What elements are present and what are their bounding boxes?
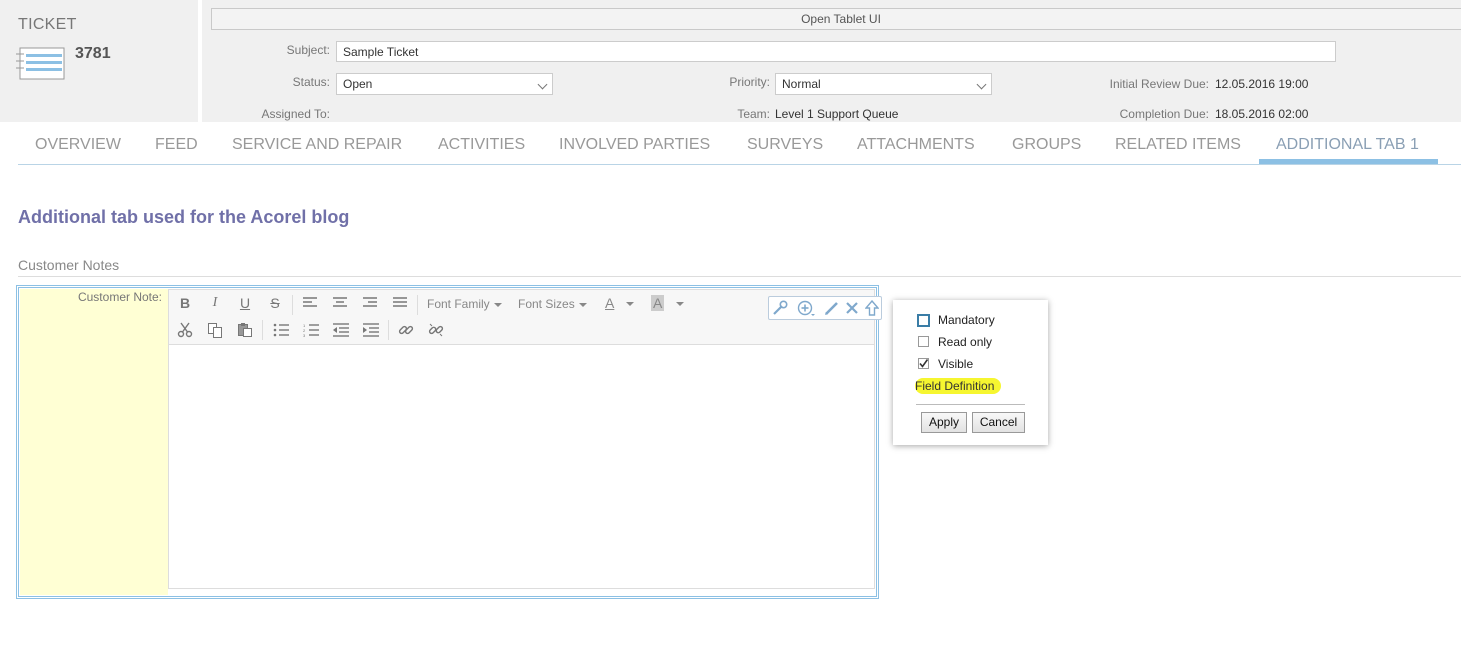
- numbered-list-icon[interactable]: 123: [301, 323, 321, 340]
- delete-x-icon[interactable]: [845, 300, 859, 320]
- subject-label: Subject:: [286, 43, 330, 57]
- priority-value: Normal: [782, 77, 821, 91]
- toolbar-separator: [292, 295, 293, 315]
- popup-divider: [916, 404, 1025, 405]
- section-header-customer-notes: Customer Notes: [18, 257, 120, 273]
- priority-select[interactable]: Normal: [775, 73, 992, 95]
- font-color-button[interactable]: A: [605, 295, 635, 311]
- tab-attachments[interactable]: ATTACHMENTS: [857, 136, 975, 154]
- active-tab-indicator: [1259, 159, 1438, 164]
- tab-additional-tab-1[interactable]: ADDITIONAL TAB 1: [1276, 136, 1419, 154]
- completion-due-label: Completion Due:: [1119, 107, 1209, 121]
- align-center-icon[interactable]: [330, 296, 350, 312]
- ticket-number: 3781: [75, 45, 111, 62]
- section-divider: [18, 276, 1461, 277]
- assigned-to-label: Assigned To:: [261, 107, 331, 121]
- initial-review-value: 12.05.2016 19:00: [1215, 77, 1309, 91]
- visible-label: Visible: [938, 357, 974, 371]
- tab-service-and-repair[interactable]: SERVICE AND REPAIR: [232, 136, 402, 154]
- font-sizes-dropdown[interactable]: Font Sizes: [518, 297, 587, 311]
- paste-icon[interactable]: [235, 322, 255, 341]
- strikethrough-icon[interactable]: S: [265, 295, 285, 311]
- chevron-down-icon: [537, 79, 548, 90]
- highlight-color-button[interactable]: A: [651, 295, 685, 311]
- open-tablet-ui-button[interactable]: Open Tablet UI: [211, 8, 1461, 30]
- tab-surveys[interactable]: SURVEYS: [747, 136, 823, 154]
- tab-related-items[interactable]: RELATED ITEMS: [1115, 136, 1241, 154]
- tab-involved-parties[interactable]: INVOLVED PARTIES: [559, 136, 710, 154]
- priority-label: Priority:: [729, 75, 770, 89]
- customer-note-label: Customer Note:: [77, 290, 162, 304]
- align-left-icon[interactable]: [300, 296, 320, 312]
- cut-icon[interactable]: [175, 322, 195, 341]
- page-title: Additional tab used for the Acorel blog: [18, 207, 350, 227]
- wrench-icon[interactable]: [772, 300, 788, 320]
- ticket-icon: [16, 44, 66, 82]
- indent-icon[interactable]: [361, 323, 381, 340]
- font-family-label: Font Family: [427, 297, 490, 311]
- align-justify-icon[interactable]: [390, 296, 410, 312]
- apply-button[interactable]: Apply: [921, 412, 967, 433]
- arrow-up-icon[interactable]: [864, 299, 880, 320]
- tab-overview[interactable]: OVERVIEW: [35, 136, 121, 154]
- highlight-color-icon: A: [651, 295, 665, 311]
- read-only-checkbox[interactable]: [918, 336, 929, 347]
- font-color-icon: A: [605, 295, 615, 311]
- ticket-label: TICKET: [18, 16, 77, 33]
- completion-due-value: 18.05.2016 02:00: [1215, 107, 1309, 121]
- link-icon[interactable]: [396, 322, 416, 341]
- align-right-icon[interactable]: [360, 296, 380, 312]
- chevron-down-icon: [976, 79, 987, 90]
- field-definition-link[interactable]: Field Definition: [915, 378, 1001, 394]
- pencil-icon[interactable]: [824, 300, 840, 320]
- subject-input[interactable]: Sample Ticket: [336, 41, 1336, 62]
- caret-down-icon: [676, 302, 685, 307]
- tab-activities[interactable]: ACTIVITIES: [438, 136, 525, 154]
- caret-down-icon: [493, 302, 502, 307]
- status-select[interactable]: Open: [336, 73, 553, 95]
- caret-down-icon: [578, 302, 587, 307]
- mandatory-label: Mandatory: [938, 313, 995, 327]
- cancel-button[interactable]: Cancel: [972, 412, 1025, 433]
- tab-feed[interactable]: FEED: [155, 136, 198, 154]
- copy-icon[interactable]: [205, 322, 225, 341]
- outdent-icon[interactable]: [331, 323, 351, 340]
- toolbar-separator: [262, 320, 263, 340]
- field-label-column: [20, 289, 168, 595]
- visible-checkbox[interactable]: [918, 358, 929, 369]
- status-value: Open: [343, 77, 373, 91]
- bold-icon[interactable]: B: [175, 295, 195, 311]
- checkmark-icon: [919, 359, 929, 368]
- add-circle-icon[interactable]: [797, 300, 815, 320]
- status-label: Status:: [292, 75, 330, 89]
- toolbar-separator: [417, 295, 418, 315]
- underline-icon[interactable]: U: [235, 295, 255, 311]
- font-sizes-label: Font Sizes: [518, 297, 575, 311]
- read-only-label: Read only: [938, 335, 993, 349]
- svg-text:3: 3: [303, 333, 306, 337]
- font-family-dropdown[interactable]: Font Family: [427, 297, 502, 311]
- initial-review-label: Initial Review Due:: [1109, 77, 1209, 91]
- italic-icon[interactable]: I: [205, 295, 225, 311]
- team-value: Level 1 Support Queue: [775, 107, 899, 121]
- toolbar-separator: [388, 320, 389, 340]
- caret-down-icon: [626, 302, 635, 307]
- unlink-icon[interactable]: [426, 322, 446, 341]
- team-label: Team:: [737, 107, 770, 121]
- tab-groups[interactable]: GROUPS: [1012, 136, 1081, 154]
- mandatory-checkbox[interactable]: [917, 314, 930, 327]
- bullet-list-icon[interactable]: [271, 323, 291, 340]
